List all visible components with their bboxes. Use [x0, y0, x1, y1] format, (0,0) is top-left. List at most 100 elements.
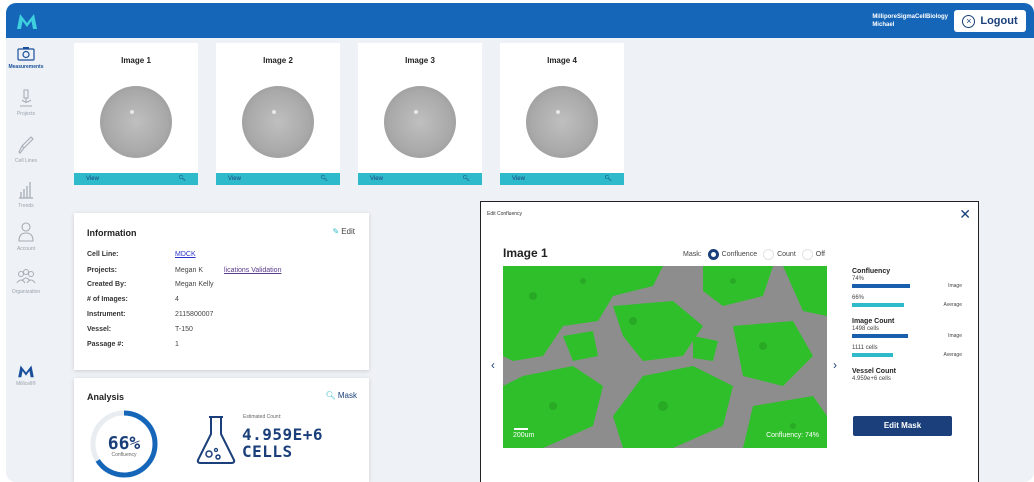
image-thumbnail[interactable] — [384, 86, 456, 158]
logout-label: Logout — [980, 15, 1018, 27]
info-key: Created By: — [87, 281, 127, 288]
sidebar-item-account[interactable]: Account — [6, 221, 46, 252]
bar-label: Image — [948, 283, 962, 289]
image-count-bar: Image — [852, 333, 962, 341]
confluency-label: Confluency — [111, 452, 137, 458]
project-link[interactable]: lications Validation — [224, 267, 281, 274]
info-value: Megan Kelly — [175, 281, 214, 288]
mask-option-label: Count — [777, 251, 796, 258]
sidebar-item-label: Measurements — [8, 64, 44, 70]
m-logo-icon[interactable] — [16, 12, 38, 30]
group-icon — [16, 269, 36, 284]
estimated-count-value: 4.959E+6 — [242, 425, 324, 444]
confluency-percent: 66% — [107, 433, 141, 454]
mask-option-confluence[interactable]: Confluence — [707, 249, 758, 260]
cell-line-link[interactable]: MDCK — [175, 251, 196, 258]
mask-option-count[interactable]: Count — [763, 249, 796, 260]
view-button[interactable]: View — [370, 173, 383, 185]
flask-icon — [196, 416, 236, 464]
image-thumbnail[interactable] — [100, 86, 172, 158]
mask-label: Mask — [337, 391, 357, 400]
estimated-count-label: Estimated Count: — [243, 414, 282, 420]
sidebar: Measurements Projects Cell Lines Trends — [6, 38, 46, 482]
edit-confluency-dialog: Edit Confluency ✕ Image 1 Mask: Confluen… — [480, 201, 979, 482]
info-value: T-150 — [175, 326, 193, 333]
camera-icon — [17, 47, 35, 61]
previous-image-arrow[interactable]: ‹ — [491, 358, 495, 372]
view-bar[interactable]: View 🔍︎ — [500, 173, 624, 185]
view-button[interactable]: View — [86, 173, 99, 185]
close-icon[interactable]: ✕ — [959, 206, 971, 223]
sidebar-item-trends[interactable]: Trends — [6, 178, 46, 209]
dialog-title: Edit Confluency — [487, 211, 523, 217]
mask-option-label: Confluence — [721, 251, 758, 258]
information-title: Information — [87, 228, 137, 238]
sidebar-item-label: Organization — [11, 289, 41, 295]
image-title: Image 4 — [547, 56, 577, 65]
info-value: 1 — [175, 341, 179, 348]
info-key: # of Images: — [87, 296, 128, 303]
confluency-avg-value: 66% — [852, 295, 865, 301]
confluency-image-bar: Image — [852, 283, 962, 291]
m-logo-icon — [18, 365, 34, 378]
mask-option-off[interactable]: Off — [801, 249, 825, 260]
search-icon[interactable]: 🔍︎ — [604, 173, 612, 185]
bar-fill — [852, 303, 904, 307]
mask-option-label: Off — [815, 251, 825, 258]
account-org: MilliporeSigmaCellBiology — [872, 14, 948, 20]
vessel-count-title: Vessel Count — [852, 368, 896, 375]
estimated-count-unit: CELLS — [242, 442, 293, 461]
top-bar: MilliporeSigmaCellBiology Michael × Logo… — [6, 3, 1034, 38]
info-key: Cell Line: — [87, 251, 119, 258]
radio-icon — [763, 249, 775, 260]
projects-value: Megan K — [175, 267, 204, 274]
pipette-icon — [18, 136, 34, 154]
mask-options: Mask: Confluence Count Off — [683, 249, 825, 260]
sidebar-item-label: Projects — [16, 111, 36, 117]
logout-button[interactable]: × Logout — [954, 10, 1026, 32]
image-thumbnail[interactable] — [242, 86, 314, 158]
dialog-image-heading: Image 1 — [503, 246, 548, 260]
view-bar[interactable]: View 🔍︎ — [216, 173, 340, 185]
view-button[interactable]: View — [512, 173, 525, 185]
search-icon[interactable]: 🔍︎ — [178, 173, 186, 185]
view-button[interactable]: View — [228, 173, 241, 185]
sidebar-item-label: Cell Lines — [15, 158, 37, 164]
edit-button[interactable]: ✎ Edit — [333, 227, 356, 236]
edit-label: Edit — [341, 227, 355, 236]
info-key: Instrument: — [87, 311, 126, 318]
image-card-2: Image 2 View 🔍︎ — [216, 43, 340, 185]
search-icon[interactable]: 🔍︎ — [462, 173, 470, 185]
estimated-count: 4.959E+6 CELLS — [242, 426, 323, 460]
app-frame: MilliporeSigmaCellBiology Michael × Logo… — [6, 3, 1034, 482]
mask-overlay-image[interactable]: 200um Confluency: 74% — [503, 266, 827, 448]
view-bar[interactable]: View 🔍︎ — [74, 173, 198, 185]
sidebar-item-organization[interactable]: Organization — [6, 268, 46, 295]
confluence-mask — [503, 266, 827, 448]
sidebar-item-label: Account — [16, 246, 36, 252]
info-key: Passage #: — [87, 341, 124, 348]
sidebar-item-projects[interactable]: Projects — [6, 88, 46, 117]
image-card-4: Image 4 View 🔍︎ — [500, 43, 624, 185]
mask-button[interactable]: 🔍︎ Mask — [325, 391, 357, 400]
image-title: Image 3 — [405, 56, 435, 65]
microscope-icon — [20, 89, 32, 107]
bar-fill — [852, 334, 908, 338]
image-count-avg-value: 1111 cells — [852, 345, 878, 351]
image-thumbnail[interactable] — [526, 86, 598, 158]
edit-mask-button[interactable]: Edit Mask — [853, 416, 952, 436]
next-image-arrow[interactable]: › — [833, 358, 837, 372]
sidebar-item-cell-lines[interactable]: Cell Lines — [6, 135, 46, 164]
sidebar-item-millicell[interactable]: Millicell® — [6, 364, 46, 387]
sidebar-item-label: Trends — [18, 203, 34, 209]
sidebar-item-measurements[interactable]: Measurements — [6, 46, 46, 70]
bar-fill — [852, 353, 893, 357]
account-user: Michael — [872, 22, 895, 28]
view-bar[interactable]: View 🔍︎ — [358, 173, 482, 185]
stats-panel: Confluency 74% Image 66% Average Image C… — [852, 268, 962, 382]
confluency-image-value: 74% — [852, 276, 865, 282]
info-value: 4 — [175, 296, 179, 303]
radio-icon — [801, 249, 813, 260]
vessel-count-value: 4.959e+6 cells — [852, 376, 891, 382]
search-icon[interactable]: 🔍︎ — [320, 173, 328, 185]
